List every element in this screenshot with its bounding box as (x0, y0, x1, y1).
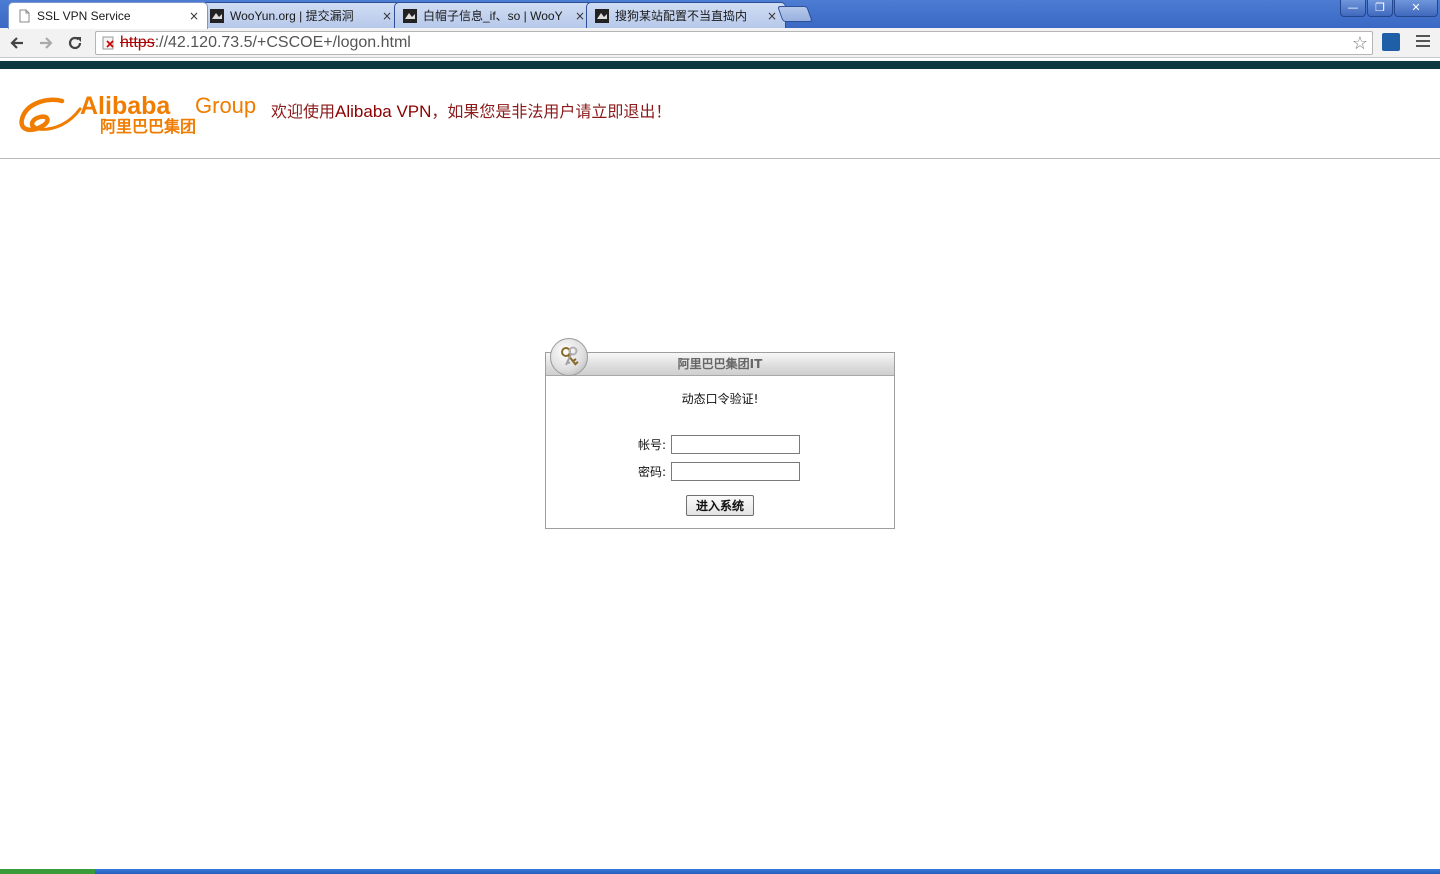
header-band (0, 61, 1440, 69)
welcome-suffix: ，如果您是非法用户请立即退出！ (431, 102, 672, 121)
tab-label: 白帽子信息_if、so | WooY (423, 9, 563, 23)
wooyun-icon (210, 8, 224, 23)
forward-button[interactable] (35, 32, 57, 54)
reload-button[interactable] (64, 32, 86, 54)
minimize-button[interactable]: — (1340, 0, 1366, 17)
reload-icon (68, 36, 82, 50)
password-input[interactable] (671, 462, 800, 481)
wooyun-icon (403, 8, 417, 23)
bookmark-star-icon[interactable]: ☆ (1352, 32, 1368, 54)
tab-wooyun-submit[interactable]: WooYun.org | 提交漏洞 × (201, 2, 401, 28)
insecure-page-icon (102, 36, 114, 50)
url-text: ://42.120.73.5/+CSCOE+/logon.html (154, 34, 411, 51)
menu-icon[interactable] (1416, 35, 1430, 49)
new-tab-button[interactable] (777, 6, 813, 22)
login-panel: 阿里巴巴集团IT 动态口令验证! 帐号: 密码: 进入系统 (545, 338, 896, 529)
welcome-prefix: 欢迎使用 (271, 102, 336, 121)
close-window-button[interactable]: ✕ (1394, 0, 1438, 17)
login-submit-button[interactable]: 进入系统 (686, 495, 754, 516)
logo-chinese-text: 阿里巴巴集团 (100, 117, 197, 136)
os-taskbar (0, 869, 1440, 874)
tab-sogou-report[interactable]: 搜狗某站配置不当直捣内 × (586, 2, 786, 28)
address-bar[interactable]: https://42.120.73.5/+CSCOE+/logon.html ☆ (95, 31, 1373, 55)
login-title: 阿里巴巴集团IT (546, 353, 894, 376)
tab-label: SSL VPN Service (37, 9, 131, 23)
browser-tab-bar: SSL VPN Service × WooYun.org | 提交漏洞 × 白帽… (0, 0, 1440, 29)
close-icon[interactable]: × (380, 9, 394, 23)
logo-brand-text: Alibaba (80, 92, 171, 120)
page-icon (19, 9, 30, 23)
start-button[interactable] (0, 869, 95, 874)
username-row: 帐号: (546, 435, 896, 455)
url-scheme: https (120, 34, 155, 51)
alibaba-group-logo: Alibaba Group 阿里巴巴集团 (18, 93, 262, 137)
window-controls: — ❐ ✕ (1339, 0, 1438, 18)
extension-icon[interactable] (1382, 33, 1400, 51)
username-input[interactable] (671, 435, 800, 454)
tab-label: WooYun.org | 提交漏洞 (230, 9, 354, 23)
welcome-brand: Alibaba VPN (335, 102, 432, 121)
wooyun-icon (595, 8, 609, 23)
alibaba-swoosh-icon (19, 97, 82, 133)
tab-wooyun-whitehat[interactable]: 白帽子信息_if、so | WooY × (394, 2, 594, 28)
logo-group-text: Group (195, 93, 257, 118)
forward-arrow-icon (40, 37, 53, 49)
back-button[interactable] (6, 32, 28, 54)
keys-icon (550, 338, 588, 376)
browser-toolbar: https://42.120.73.5/+CSCOE+/logon.html ☆ (0, 28, 1440, 58)
page-header: Alibaba Group 阿里巴巴集团 欢迎使用Alibaba VPN，如果您… (0, 69, 1440, 159)
close-icon[interactable]: × (187, 9, 201, 23)
username-label: 帐号: (637, 438, 666, 452)
restore-button[interactable]: ❐ (1367, 0, 1393, 17)
close-icon[interactable]: × (765, 9, 779, 23)
welcome-message: 欢迎使用Alibaba VPN，如果您是非法用户请立即退出！ (271, 101, 671, 123)
back-arrow-icon (10, 37, 23, 49)
close-icon[interactable]: × (573, 9, 587, 23)
password-row: 密码: (546, 462, 896, 482)
login-subtitle: 动态口令验证! (681, 392, 759, 406)
password-label: 密码: (637, 465, 666, 479)
tab-label: 搜狗某站配置不当直捣内 (615, 9, 748, 23)
tab-ssl-vpn-service[interactable]: SSL VPN Service × (8, 2, 208, 29)
